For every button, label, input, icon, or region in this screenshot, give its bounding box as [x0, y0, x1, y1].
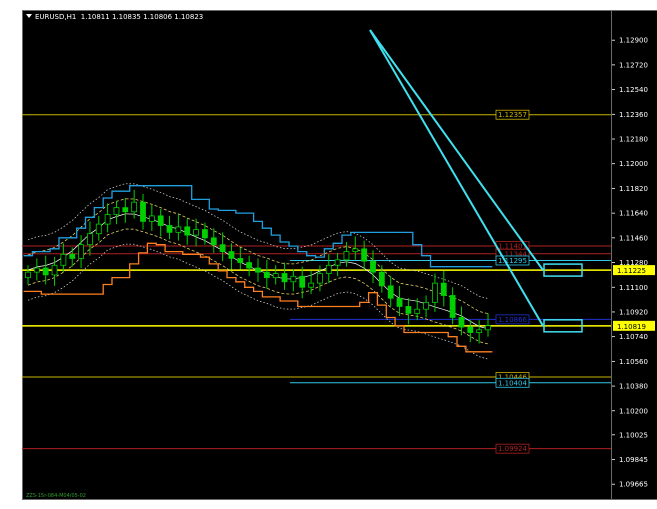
- level-label: 1.10404: [498, 379, 527, 387]
- candle-body: [485, 325, 491, 331]
- price-tick-label: 1.10560: [619, 358, 648, 366]
- level-label: 1.09924: [498, 445, 527, 453]
- arrows-layer[interactable]: [369, 29, 583, 333]
- price-tick-label: 1.12720: [619, 61, 648, 69]
- candle-body: [414, 308, 421, 314]
- candle-body: [325, 264, 332, 274]
- candle-body: [78, 244, 84, 259]
- candle-body: [210, 237, 217, 246]
- price-tick-label: 1.09665: [619, 481, 648, 489]
- price-tick-label: 1.12360: [619, 111, 648, 119]
- candle-body: [387, 285, 394, 299]
- candle-body: [449, 295, 456, 318]
- candle-body: [33, 267, 40, 273]
- candle-body: [255, 267, 261, 273]
- chart-canvas[interactable]: 1.123571.114011.113441.112951.108661.104…: [0, 0, 657, 509]
- price-tick-label: 1.11820: [619, 185, 648, 193]
- price-tick-label: 1.10025: [619, 431, 648, 439]
- candle-body: [440, 282, 447, 296]
- price-tick-label: 1.11640: [619, 210, 648, 218]
- level-label: 1.10866: [498, 316, 527, 324]
- candle-body: [343, 251, 350, 261]
- candle-body: [308, 282, 314, 288]
- candle-body: [370, 260, 376, 273]
- dropdown-triangle-icon[interactable]: [26, 14, 32, 18]
- candle-body: [140, 201, 146, 222]
- candle-body: [122, 207, 129, 213]
- candle-body: [361, 248, 368, 262]
- price-tick-label: 1.12180: [619, 136, 648, 144]
- arrow-to-upper-box: [369, 29, 544, 271]
- candle-body: [290, 275, 297, 283]
- candle-body: [113, 207, 120, 215]
- candle-body: [432, 282, 438, 303]
- candle-body: [476, 329, 483, 333]
- candle-body: [157, 215, 164, 226]
- candle-body: [104, 214, 111, 225]
- price-tick-label: 1.10920: [619, 308, 648, 316]
- candle-body: [334, 259, 341, 266]
- price-tick-label: 1.12000: [619, 160, 648, 168]
- candle-body: [69, 253, 76, 259]
- candle-body: [60, 253, 67, 266]
- price-tick-label: 1.11460: [619, 234, 648, 242]
- candle-body: [175, 226, 182, 233]
- candle-body: [228, 251, 235, 259]
- level-label: 1.12357: [498, 111, 527, 119]
- candle-body: [148, 215, 155, 222]
- candle-body: [42, 267, 49, 276]
- candle-body: [131, 201, 138, 213]
- candle-body: [396, 297, 403, 307]
- price-tick-label: 1.10380: [619, 383, 648, 391]
- candle-body: [352, 248, 359, 252]
- candle-body: [467, 326, 474, 333]
- indicator-footer: ZZS-15r-084-M04/05-02: [26, 493, 86, 499]
- chart-header: EURUSD,H1 1.10811 1.10835 1.10806 1.1082…: [26, 13, 203, 21]
- ohlc-values: 1.10811 1.10835 1.10806 1.10823: [80, 13, 204, 21]
- price-tick-label: 1.10740: [619, 333, 648, 341]
- arrow-to-lower-box: [369, 29, 544, 327]
- symbol-timeframe: EURUSD,H1: [35, 13, 77, 21]
- price-tick-label: 1.11100: [619, 284, 648, 292]
- candle-body: [458, 317, 465, 328]
- levels-layer: 1.123571.114011.113441.112951.108661.104…: [22, 109, 611, 454]
- candle-body: [263, 271, 270, 279]
- price-tag-label: 1.10819: [617, 323, 646, 331]
- price-tick-label: 1.12900: [619, 37, 648, 45]
- candle-body: [237, 258, 244, 263]
- candle-body: [246, 262, 253, 269]
- candle-body: [25, 271, 31, 279]
- candle-body: [281, 273, 288, 283]
- candle-body: [299, 275, 306, 288]
- axis-layer: 1.12900 1.12720 1.12540 1.12360 1.12180 1.120…: [612, 37, 655, 489]
- candle-body: [405, 306, 412, 314]
- inner-band-upper: [27, 198, 489, 315]
- price-tick-label: 1.09845: [619, 456, 648, 464]
- candle-body: [317, 273, 323, 284]
- candle-body: [378, 271, 385, 287]
- candle-body: [202, 229, 208, 239]
- candle-body: [166, 225, 173, 233]
- price-tag-label: 1.11225: [617, 267, 646, 275]
- candle-body: [51, 264, 58, 276]
- channel-high-step: [23, 185, 493, 268]
- candle-body: [184, 226, 191, 236]
- candles-layer: [25, 189, 491, 344]
- candle-body: [272, 273, 279, 279]
- price-tick-label: 1.10200: [619, 407, 648, 415]
- candle-body: [423, 301, 429, 310]
- candle-body: [193, 229, 199, 236]
- candle-body: [95, 223, 102, 235]
- candle-body: [87, 233, 93, 246]
- price-tick-label: 1.12540: [619, 86, 648, 94]
- candle-body: [219, 244, 226, 252]
